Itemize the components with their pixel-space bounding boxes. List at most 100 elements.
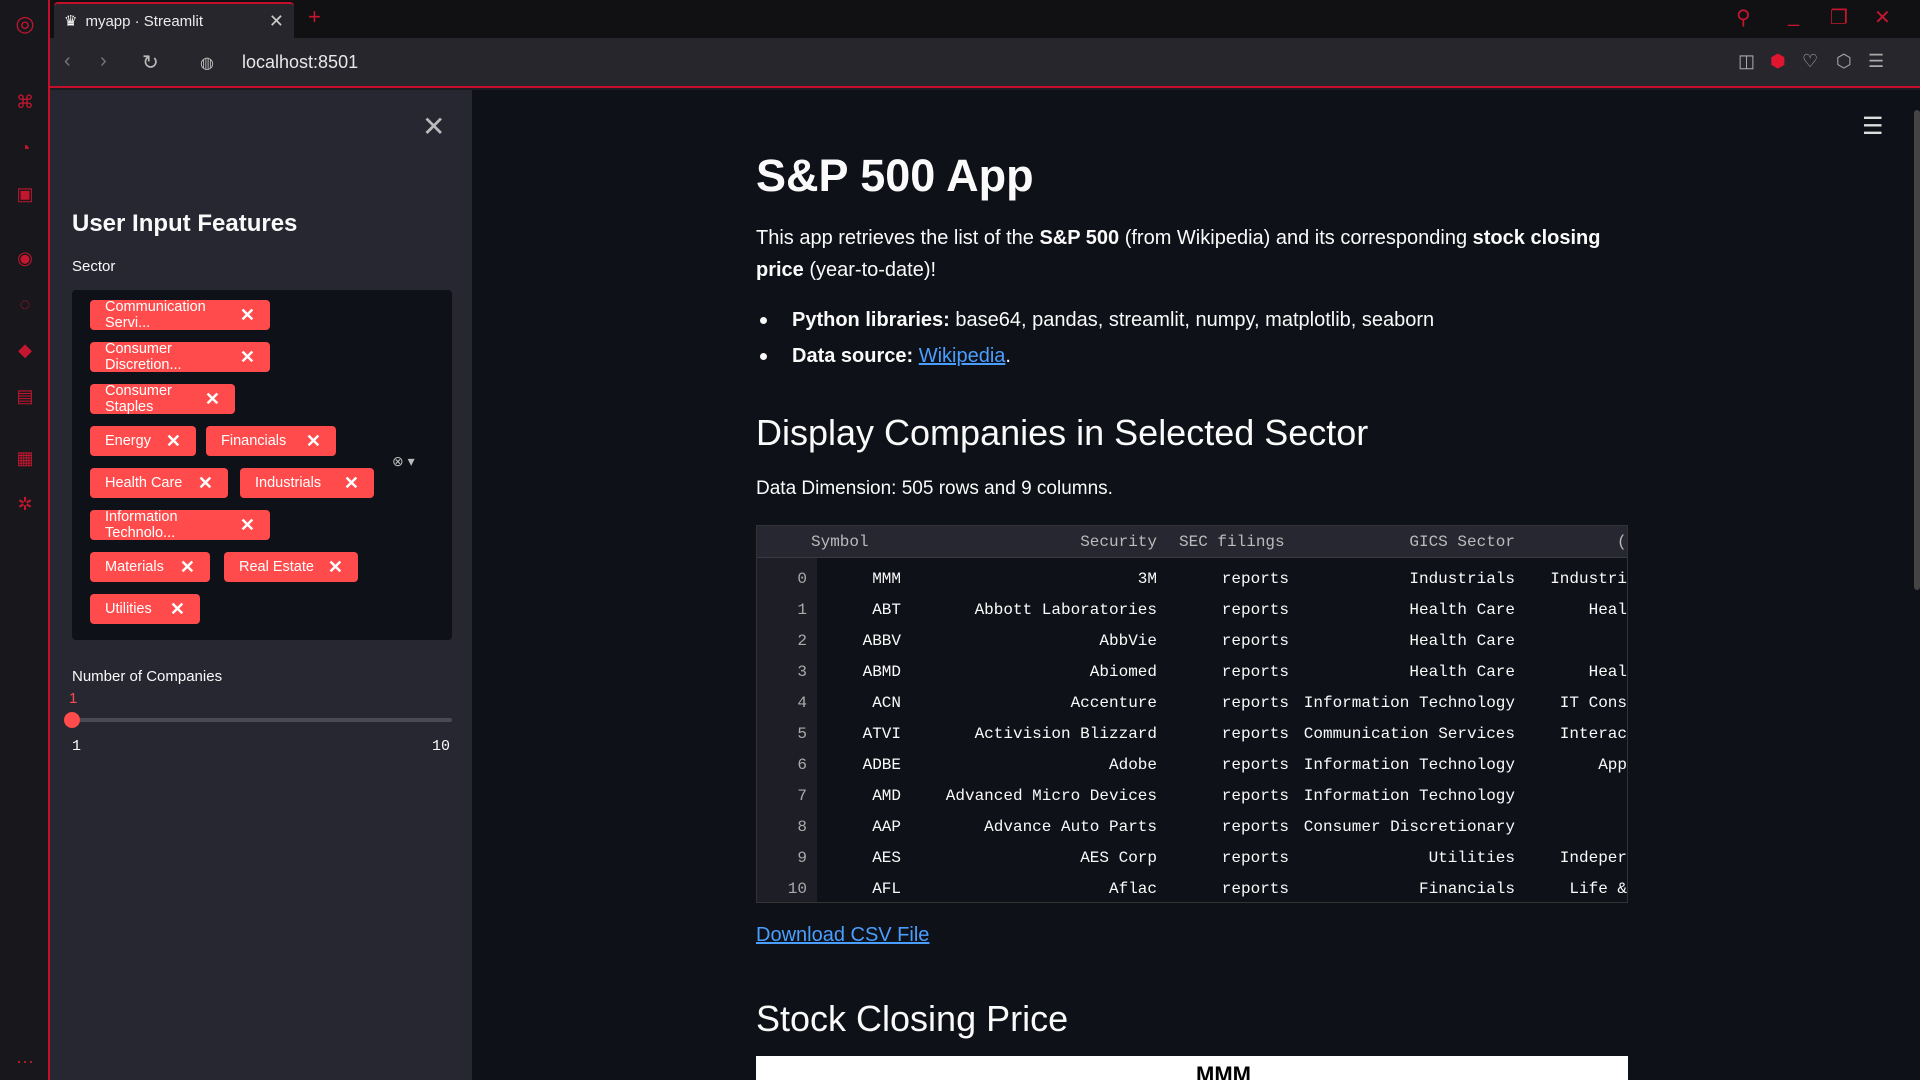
table-cell[interactable]: Abbott Laboratories xyxy=(917,601,1157,619)
row-index[interactable]: 7 xyxy=(757,787,807,805)
easy-setup-icon[interactable]: ☰ xyxy=(1868,51,1884,72)
table-cell[interactable]: reports xyxy=(1191,849,1289,867)
table-cell[interactable]: reports xyxy=(1191,725,1289,743)
row-index[interactable]: 9 xyxy=(757,849,807,867)
table-cell[interactable]: reports xyxy=(1191,787,1289,805)
chip-industrials[interactable]: Industrials ✕ xyxy=(240,468,374,498)
reload-icon[interactable]: ↻ xyxy=(142,50,159,75)
row-index[interactable]: 5 xyxy=(757,725,807,743)
scrollbar[interactable] xyxy=(1914,110,1920,590)
twitch-icon[interactable]: ▤ xyxy=(13,384,37,408)
chip-utilities[interactable]: Utilities ✕ xyxy=(90,594,200,624)
remove-chip-icon[interactable]: ✕ xyxy=(328,557,343,578)
shield-icon[interactable]: ⬢ xyxy=(1770,51,1786,72)
table-cell[interactable]: Information Technology xyxy=(1297,694,1515,712)
table-cell[interactable]: Activision Blizzard xyxy=(917,725,1157,743)
shopping-bag-icon[interactable]: ▣ xyxy=(13,182,37,206)
row-index[interactable]: 10 xyxy=(757,880,807,898)
table-cell[interactable]: ABT xyxy=(827,601,901,619)
opera-logo-icon[interactable]: ◎ xyxy=(13,11,37,36)
table-cell[interactable]: Indeper xyxy=(1523,849,1627,867)
row-index[interactable]: 8 xyxy=(757,818,807,836)
table-header-cell[interactable]: ( xyxy=(1617,533,1627,551)
chip-information-technology[interactable]: Information Technolo... ✕ xyxy=(90,509,270,541)
table-cell[interactable]: ABBV xyxy=(827,632,901,650)
slider-track[interactable] xyxy=(72,718,452,722)
row-index[interactable]: 0 xyxy=(757,570,807,588)
camera-icon[interactable]: ◫ xyxy=(1738,51,1755,72)
remove-chip-icon[interactable]: ✕ xyxy=(240,347,255,368)
table-cell[interactable]: AMD xyxy=(827,787,901,805)
cube-icon[interactable]: ⬡ xyxy=(1836,51,1852,72)
table-cell[interactable]: Information Technology xyxy=(1297,756,1515,774)
table-cell[interactable]: Consumer Discretionary xyxy=(1297,818,1515,836)
close-tab-icon[interactable]: ✕ xyxy=(269,11,284,32)
table-cell[interactable]: App xyxy=(1523,756,1627,774)
table-cell[interactable]: Financials xyxy=(1297,880,1515,898)
messenger-icon[interactable]: ◉ xyxy=(13,246,37,270)
table-cell[interactable]: ACN xyxy=(827,694,901,712)
table-cell[interactable]: Advance Auto Parts xyxy=(917,818,1157,836)
chip-consumer-staples[interactable]: Consumer Staples ✕ xyxy=(90,383,235,415)
hamburger-menu-icon[interactable]: ☰ xyxy=(1862,112,1884,141)
remove-chip-icon[interactable]: ✕ xyxy=(205,389,220,410)
download-csv-link[interactable]: Download CSV File xyxy=(756,924,929,947)
close-window-icon[interactable]: ✕ xyxy=(1874,5,1891,30)
table-cell[interactable]: MMM xyxy=(827,570,901,588)
more-icon[interactable]: ⋯ xyxy=(13,1050,37,1074)
table-header-cell[interactable]: Security xyxy=(917,533,1157,551)
table-cell[interactable]: Health Care xyxy=(1297,663,1515,681)
sector-multiselect[interactable]: Communication Servi... ✕ Consumer Discret… xyxy=(72,290,452,640)
table-cell[interactable]: Interac xyxy=(1523,725,1627,743)
table-cell[interactable]: Heal xyxy=(1523,663,1627,681)
heart-icon[interactable]: ♡ xyxy=(1802,51,1818,72)
table-cell[interactable]: AAP xyxy=(827,818,901,836)
row-index[interactable]: 3 xyxy=(757,663,807,681)
row-index[interactable]: 2 xyxy=(757,632,807,650)
table-cell[interactable]: AES xyxy=(827,849,901,867)
wikipedia-link[interactable]: Wikipedia xyxy=(919,345,1006,367)
minimize-icon[interactable]: _ xyxy=(1788,5,1799,28)
table-cell[interactable]: Utilities xyxy=(1297,849,1515,867)
table-cell[interactable]: reports xyxy=(1191,756,1289,774)
whatsapp-icon[interactable]: ◌ xyxy=(13,292,37,316)
table-cell[interactable]: Accenture xyxy=(917,694,1157,712)
table-cell[interactable]: ABMD xyxy=(827,663,901,681)
table-cell[interactable]: AES Corp xyxy=(917,849,1157,867)
table-cell[interactable]: ATVI xyxy=(827,725,901,743)
remove-chip-icon[interactable]: ✕ xyxy=(198,473,213,494)
table-cell[interactable]: reports xyxy=(1191,694,1289,712)
table-cell[interactable]: Heal xyxy=(1523,601,1627,619)
settings-gear-icon[interactable]: ✲ xyxy=(13,492,37,516)
forward-icon[interactable]: › xyxy=(100,50,107,73)
table-cell[interactable]: Advanced Micro Devices xyxy=(917,787,1157,805)
table-cell[interactable]: reports xyxy=(1191,880,1289,898)
slider-thumb[interactable] xyxy=(64,712,80,728)
table-cell[interactable]: Life & xyxy=(1523,880,1627,898)
close-sidebar-icon[interactable]: ✕ xyxy=(422,110,445,143)
chip-health-care[interactable]: Health Care ✕ xyxy=(90,468,228,498)
table-cell[interactable]: Aflac xyxy=(917,880,1157,898)
table-cell[interactable]: reports xyxy=(1191,632,1289,650)
table-cell[interactable]: Abiomed xyxy=(917,663,1157,681)
chip-communication-services[interactable]: Communication Servi... ✕ xyxy=(90,299,270,331)
companies-table[interactable]: Symbol Security SEC filings GICS Sector ( 0 M… xyxy=(756,525,1628,903)
table-cell[interactable]: reports xyxy=(1191,663,1289,681)
remove-chip-icon[interactable]: ✕ xyxy=(306,431,321,452)
table-cell[interactable]: reports xyxy=(1191,601,1289,619)
row-index[interactable]: 1 xyxy=(757,601,807,619)
table-cell[interactable]: Information Technology xyxy=(1297,787,1515,805)
remove-chip-icon[interactable]: ✕ xyxy=(240,515,255,536)
remove-chip-icon[interactable]: ✕ xyxy=(240,305,255,326)
chip-materials[interactable]: Materials ✕ xyxy=(90,552,210,582)
restore-icon[interactable]: ❐ xyxy=(1830,5,1848,30)
extensions-icon[interactable]: ▦ xyxy=(13,446,37,470)
new-tab-icon[interactable]: + xyxy=(308,4,321,30)
chip-financials[interactable]: Financials ✕ xyxy=(206,426,336,456)
table-header-cell[interactable]: Symbol xyxy=(811,533,895,551)
table-cell[interactable]: reports xyxy=(1191,818,1289,836)
remove-chip-icon[interactable]: ✕ xyxy=(166,431,181,452)
table-cell[interactable]: 3M xyxy=(917,570,1157,588)
table-cell[interactable]: Communication Services xyxy=(1297,725,1515,743)
remove-chip-icon[interactable]: ✕ xyxy=(180,557,195,578)
